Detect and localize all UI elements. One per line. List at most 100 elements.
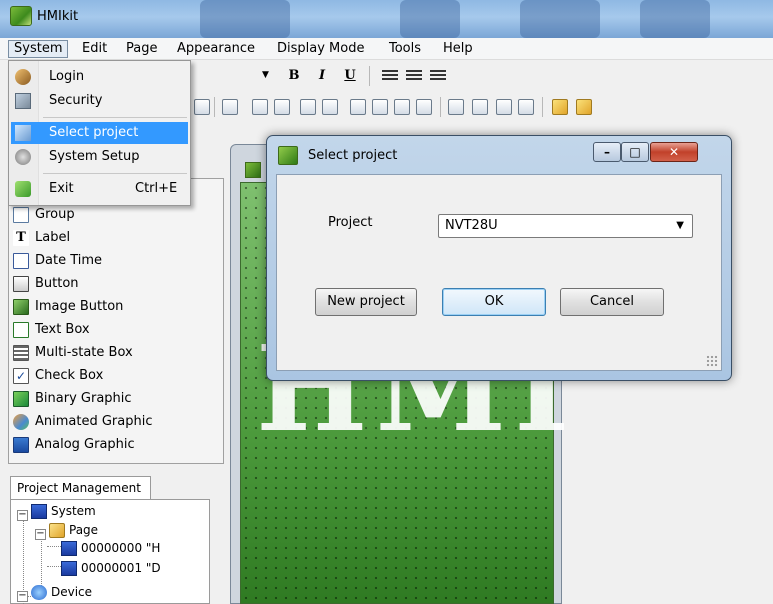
tree-collapse-page[interactable]: − bbox=[35, 529, 46, 540]
dialog-title: Select project bbox=[308, 148, 398, 163]
space-down-icon[interactable] bbox=[448, 99, 464, 115]
bring-to-front-icon[interactable] bbox=[552, 99, 568, 115]
same-size-icon[interactable] bbox=[300, 99, 316, 115]
title-bar-glass bbox=[640, 0, 710, 38]
center-horizontal-icon[interactable] bbox=[222, 99, 238, 115]
tree-collapse-system[interactable]: − bbox=[17, 510, 28, 521]
toolbox-item-text-box[interactable]: Text Box bbox=[13, 320, 90, 340]
center-both-icon[interactable] bbox=[322, 99, 338, 115]
menu-item-label: Security bbox=[49, 93, 103, 108]
toolbox-item-animated-graphic[interactable]: Animated Graphic bbox=[13, 412, 153, 432]
align-bottom-icon[interactable] bbox=[194, 99, 210, 115]
hmikit-app-icon bbox=[10, 6, 32, 26]
same-height-icon[interactable] bbox=[274, 99, 290, 115]
increase-horizontal-space-icon[interactable] bbox=[372, 99, 388, 115]
toolbox-item-button[interactable]: Button bbox=[13, 274, 79, 294]
project-label: Project bbox=[328, 215, 373, 230]
select-project-icon bbox=[15, 125, 31, 141]
menu-system[interactable]: System bbox=[8, 40, 69, 58]
toolbox-item-label: Text Box bbox=[35, 322, 90, 337]
close-button[interactable]: ✕ bbox=[650, 142, 698, 162]
toolbox-item-binary-graphic[interactable]: Binary Graphic bbox=[13, 389, 132, 409]
menu-page[interactable]: Page bbox=[121, 40, 162, 58]
analog-graphic-icon bbox=[13, 436, 29, 453]
menu-display-mode[interactable]: Display Mode bbox=[272, 40, 369, 58]
tree-node-device[interactable]: Device bbox=[31, 585, 92, 600]
image-button-icon bbox=[13, 298, 29, 315]
menu-edit[interactable]: Edit bbox=[77, 40, 112, 58]
project-tree: − System − Page 00000000 "H 00000001 "D … bbox=[10, 499, 210, 604]
italic-button[interactable]: I bbox=[312, 66, 332, 86]
menu-item-exit[interactable]: Exit Ctrl+E bbox=[11, 178, 188, 200]
tab-project-management[interactable]: Project Management bbox=[10, 476, 151, 500]
space-across-icon[interactable] bbox=[350, 99, 366, 115]
menu-tools[interactable]: Tools bbox=[384, 40, 426, 58]
tree-node-page-0[interactable]: 00000000 "H bbox=[61, 541, 160, 556]
toolbox-item-label: Date Time bbox=[35, 253, 103, 268]
align-right-icon[interactable] bbox=[430, 70, 446, 82]
toolbox-item-analog-graphic[interactable]: Analog Graphic bbox=[13, 435, 135, 455]
maximize-button[interactable]: □ bbox=[621, 142, 649, 162]
chevron-down-icon: ▼ bbox=[676, 220, 684, 231]
dialog-body: Project NVT28U ▼ New project OK Cancel bbox=[276, 174, 722, 371]
menu-separator bbox=[43, 173, 187, 174]
send-to-back-icon[interactable] bbox=[576, 99, 592, 115]
toolbar-separator bbox=[214, 97, 215, 117]
same-width-icon[interactable] bbox=[252, 99, 268, 115]
title-bar-glass bbox=[400, 0, 460, 38]
remove-vertical-space-icon[interactable] bbox=[518, 99, 534, 115]
minimize-button[interactable]: – bbox=[593, 142, 621, 162]
tree-node-label: 00000000 "H bbox=[81, 541, 161, 555]
tree-node-page-1[interactable]: 00000001 "D bbox=[61, 561, 161, 576]
toolbox-item-label: Image Button bbox=[35, 299, 124, 314]
toolbox-item-label: Animated Graphic bbox=[35, 414, 153, 429]
decrease-vertical-space-icon[interactable] bbox=[496, 99, 512, 115]
tree-node-system[interactable]: System bbox=[31, 504, 96, 519]
tree-node-page[interactable]: Page bbox=[49, 523, 98, 538]
toolbox-item-date-time[interactable]: Date Time bbox=[13, 251, 102, 271]
toolbox-item-group[interactable]: Group bbox=[13, 205, 75, 225]
underline-button[interactable]: U bbox=[340, 66, 360, 86]
tree-node-label: Device bbox=[51, 585, 93, 599]
toolbox-item-image-button[interactable]: Image Button bbox=[13, 297, 123, 317]
tree-guide bbox=[47, 546, 61, 547]
menu-item-security[interactable]: Security bbox=[11, 90, 188, 112]
increase-vertical-space-icon[interactable] bbox=[472, 99, 488, 115]
page-screen-icon bbox=[61, 541, 77, 556]
project-select-value: NVT28U bbox=[445, 218, 498, 233]
close-icon: ✕ bbox=[668, 145, 680, 159]
resize-grip-icon[interactable] bbox=[706, 355, 718, 367]
decrease-horizontal-space-icon[interactable] bbox=[394, 99, 410, 115]
check-box-icon: ✓ bbox=[13, 367, 29, 384]
tree-node-label: System bbox=[51, 504, 96, 518]
menu-item-system-setup[interactable]: System Setup bbox=[11, 146, 188, 168]
toolbox-item-label: Multi-state Box bbox=[35, 345, 133, 360]
label-icon: T bbox=[13, 229, 29, 246]
project-select[interactable]: NVT28U ▼ bbox=[438, 214, 693, 238]
title-bar-glass bbox=[200, 0, 290, 38]
toolbox-item-label: Analog Graphic bbox=[35, 437, 135, 452]
align-center-icon[interactable] bbox=[406, 70, 422, 82]
menu-item-select-project[interactable]: Select project bbox=[11, 122, 188, 144]
maximize-icon: □ bbox=[629, 145, 641, 159]
toolbar-separator bbox=[542, 97, 543, 117]
menu-item-login[interactable]: Login bbox=[11, 66, 188, 88]
computer-icon bbox=[31, 504, 47, 519]
new-project-button[interactable]: New project bbox=[315, 288, 417, 316]
menu-item-label: System Setup bbox=[49, 149, 140, 164]
tree-collapse-device[interactable]: − bbox=[17, 591, 28, 602]
ok-button[interactable]: OK bbox=[442, 288, 546, 316]
remove-horizontal-space-icon[interactable] bbox=[416, 99, 432, 115]
cancel-button[interactable]: Cancel bbox=[560, 288, 664, 316]
toolbox-item-label[interactable]: T Label bbox=[13, 228, 70, 248]
font-size-dropdown-arrow-icon[interactable]: ▼ bbox=[262, 70, 269, 80]
menu-separator bbox=[43, 117, 187, 118]
bold-button[interactable]: B bbox=[284, 66, 304, 86]
folder-open-icon bbox=[49, 523, 65, 538]
toolbox-item-check-box[interactable]: ✓ Check Box bbox=[13, 366, 103, 386]
menu-help[interactable]: Help bbox=[438, 40, 478, 58]
page-screen-icon bbox=[61, 561, 77, 576]
toolbox-item-multi-state-box[interactable]: Multi-state Box bbox=[13, 343, 133, 363]
align-left-icon[interactable] bbox=[382, 70, 398, 82]
menu-appearance[interactable]: Appearance bbox=[172, 40, 260, 58]
